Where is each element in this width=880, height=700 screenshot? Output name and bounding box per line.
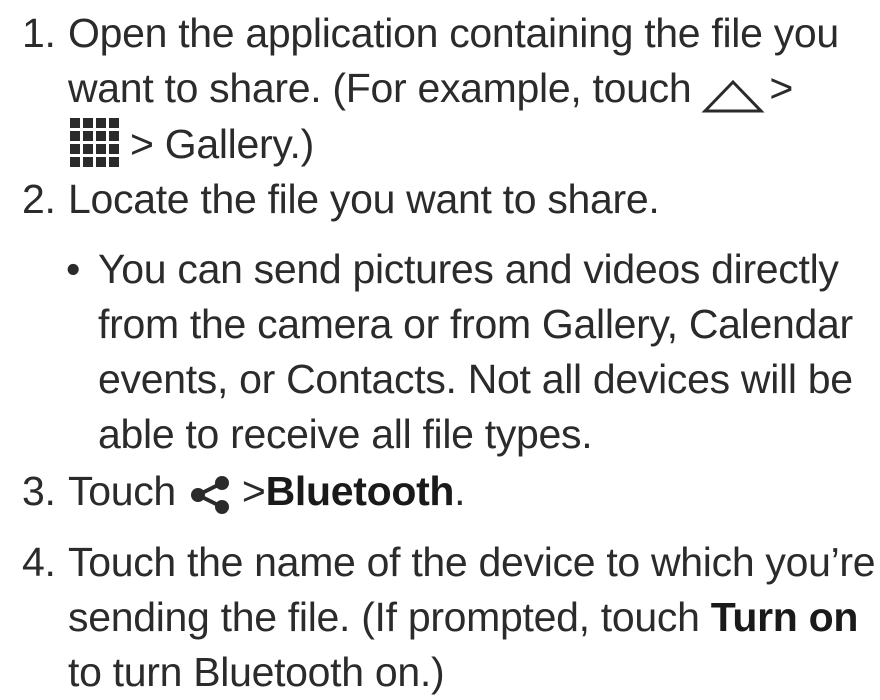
step-4-line-2: sending the file. (If prompted, touch Tu… <box>68 590 875 645</box>
step-3-sep: > <box>241 468 266 514</box>
step-1-line-3-sep: > <box>130 121 165 167</box>
step-1-line-2: want to share. (For example, touch > <box>68 61 839 116</box>
step-1-line-3-text: Gallery.) <box>164 121 314 167</box>
share-icon <box>188 474 234 515</box>
home-outline-icon <box>701 73 765 113</box>
bullet-text: You can send pictures and videos directl… <box>98 242 853 462</box>
bullet-line-4: able to receive all file types. <box>98 411 593 457</box>
step-1-line-1: Open the application containing the file… <box>68 10 839 56</box>
step-4-line-2-text: sending the file. (If prompted, touch <box>68 594 711 640</box>
bullet-line-2: from the camera or from Gallery, Calenda… <box>98 301 853 347</box>
step-4-line-3: to turn Bluetooth on.) <box>68 649 445 695</box>
step-3-text: Touch >Bluetooth. <box>68 464 466 519</box>
step-3-suffix: . <box>454 468 466 514</box>
step-3-line-1: Touch >Bluetooth. <box>68 464 466 519</box>
step-number: 1. <box>22 10 56 56</box>
step-4-line-1: Touch the name of the device to which yo… <box>68 539 876 585</box>
step-2-text: Locate the file you want to share. <box>68 172 660 227</box>
step-3-bold: Bluetooth <box>265 468 455 514</box>
step-4-text: Touch the name of the device to which yo… <box>68 535 876 700</box>
step-number: 3. <box>22 468 56 514</box>
bullet-line-1: You can send pictures and videos directl… <box>98 246 839 292</box>
step-3-prefix: Touch <box>68 468 176 514</box>
step-2-line-1: Locate the file you want to share. <box>68 176 660 222</box>
step-1-line-3: > Gallery.) <box>68 116 839 171</box>
step-number: 2. <box>22 176 56 222</box>
bullet-dot: • <box>66 246 81 292</box>
step-4-bold: Turn on <box>710 594 859 640</box>
step-1-line-2-text: want to share. (For example, touch <box>68 65 692 111</box>
step-number: 4. <box>22 539 56 585</box>
step-1-line-2-sep: > <box>769 65 793 111</box>
instructions-document: 1. Open the application containing the f… <box>0 0 880 695</box>
apps-grid-icon <box>68 116 124 172</box>
step-1-text: Open the application containing the file… <box>68 6 839 171</box>
bullet-line-3: events, or Contacts. Not all devices wil… <box>98 356 853 402</box>
